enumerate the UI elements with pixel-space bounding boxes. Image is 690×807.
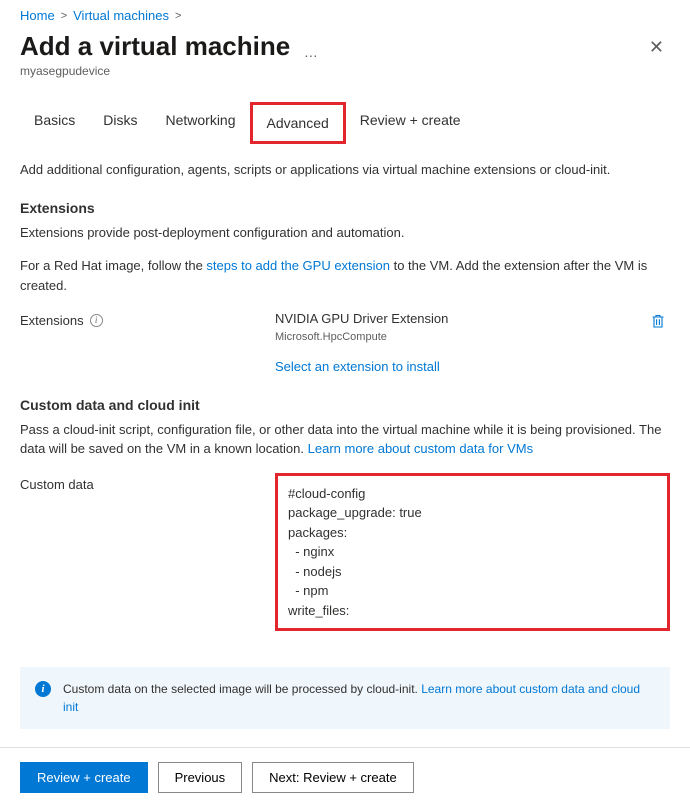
banner-text: Custom data on the selected image will b… <box>63 682 421 696</box>
breadcrumb: Home > Virtual machines > <box>20 8 670 23</box>
tab-networking[interactable]: Networking <box>151 102 249 144</box>
gpu-extension-link[interactable]: steps to add the GPU extension <box>206 258 390 273</box>
redhat-pre: For a Red Hat image, follow the <box>20 258 206 273</box>
custom-data-desc: Pass a cloud-init script, configuration … <box>20 420 670 459</box>
more-actions-icon[interactable]: … <box>304 44 318 60</box>
custom-data-input[interactable]: #cloud-config package_upgrade: true pack… <box>275 473 670 632</box>
info-icon[interactable]: i <box>90 314 103 327</box>
extension-item-name: NVIDIA GPU Driver Extension <box>275 309 638 329</box>
resource-subtitle: myasegpudevice <box>20 64 643 78</box>
breadcrumb-sep: > <box>175 10 181 22</box>
extension-item-publisher: Microsoft.HpcCompute <box>275 329 638 346</box>
extensions-field-label: Extensions <box>20 311 84 331</box>
tabs: Basics Disks Networking Advanced Review … <box>20 102 670 144</box>
select-extension-link[interactable]: Select an extension to install <box>275 359 440 374</box>
tab-basics[interactable]: Basics <box>20 102 89 144</box>
intro-text: Add additional configuration, agents, sc… <box>20 160 670 180</box>
breadcrumb-home[interactable]: Home <box>20 8 55 23</box>
info-banner: i Custom data on the selected image will… <box>20 667 670 729</box>
extensions-heading: Extensions <box>20 198 670 219</box>
custom-data-label: Custom data <box>20 475 94 495</box>
tab-advanced[interactable]: Advanced <box>250 102 346 144</box>
delete-extension-icon[interactable] <box>646 309 670 339</box>
close-icon[interactable]: ✕ <box>643 31 670 64</box>
info-icon: i <box>35 681 51 697</box>
tab-review-create[interactable]: Review + create <box>346 102 475 144</box>
extensions-redhat-note: For a Red Hat image, follow the steps to… <box>20 256 670 295</box>
page-title: Add a virtual machine <box>20 31 290 62</box>
previous-button[interactable]: Previous <box>158 762 243 793</box>
review-create-button[interactable]: Review + create <box>20 762 148 793</box>
next-button[interactable]: Next: Review + create <box>252 762 414 793</box>
tab-disks[interactable]: Disks <box>89 102 151 144</box>
extensions-desc: Extensions provide post-deployment confi… <box>20 223 670 243</box>
breadcrumb-sep: > <box>61 10 67 22</box>
footer: Review + create Previous Next: Review + … <box>0 747 690 807</box>
custom-data-learn-more-link[interactable]: Learn more about custom data for VMs <box>308 441 533 456</box>
breadcrumb-vms[interactable]: Virtual machines <box>73 8 169 23</box>
custom-data-heading: Custom data and cloud init <box>20 395 670 416</box>
